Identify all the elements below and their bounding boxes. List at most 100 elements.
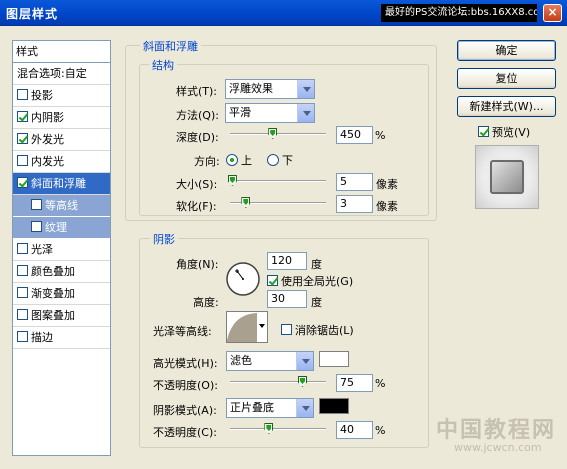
style-item-label: 外发光: [31, 133, 64, 146]
angle-input[interactable]: 120: [267, 252, 307, 270]
style-item[interactable]: 外发光: [13, 129, 110, 151]
shadow-color-swatch[interactable]: [319, 398, 349, 414]
angle-label: 角度(N):: [176, 258, 219, 271]
global-light-checkbox[interactable]: 使用全局光(G): [267, 273, 353, 289]
checkbox-icon[interactable]: [31, 221, 42, 232]
style-select[interactable]: 浮雕效果: [225, 79, 315, 99]
depth-label: 深度(D):: [176, 131, 219, 144]
anti-alias-label: 消除锯齿(L): [295, 324, 354, 337]
style-item[interactable]: 描边: [13, 327, 110, 349]
style-item[interactable]: 颜色叠加: [13, 261, 110, 283]
new-style-button[interactable]: 新建样式(W)...: [457, 96, 556, 117]
style-item[interactable]: 内发光: [13, 151, 110, 173]
slider-thumb[interactable]: [241, 197, 251, 208]
checkbox-icon[interactable]: [31, 199, 42, 210]
gloss-contour-label: 光泽等高线:: [153, 325, 212, 338]
slider-thumb[interactable]: [227, 175, 237, 186]
size-label: 大小(S):: [176, 178, 218, 191]
style-item[interactable]: 内阴影: [13, 107, 110, 129]
style-item[interactable]: 渐变叠加: [13, 283, 110, 305]
direction-up-radio[interactable]: 上: [226, 152, 252, 168]
contour-curve-icon: [227, 313, 257, 342]
size-unit: 像素: [376, 178, 398, 191]
shadow-opacity-input[interactable]: 40: [336, 421, 373, 439]
chevron-down-icon: [296, 352, 313, 370]
shadow-opacity-slider[interactable]: [230, 423, 326, 435]
highlight-opacity-slider[interactable]: [230, 376, 326, 388]
chevron-down-icon: [297, 104, 314, 122]
style-item[interactable]: 斜面和浮雕: [13, 173, 110, 195]
direction-up-label: 上: [241, 154, 252, 167]
altitude-unit: 度: [311, 296, 322, 309]
size-slider[interactable]: [227, 175, 326, 187]
blend-options-item[interactable]: 混合选项:自定: [13, 63, 110, 85]
preview-checkbox[interactable]: 预览(V): [478, 124, 530, 140]
size-input[interactable]: 5: [336, 173, 373, 191]
radio-icon: [267, 154, 279, 166]
gloss-contour-picker[interactable]: [226, 311, 268, 343]
style-item[interactable]: 等高线: [13, 195, 110, 217]
global-light-label: 使用全局光(G): [281, 275, 354, 288]
highlight-color-swatch[interactable]: [319, 351, 349, 367]
soften-input[interactable]: 3: [336, 195, 373, 213]
checkbox-icon[interactable]: [17, 331, 28, 342]
style-item-label: 纹理: [45, 221, 67, 234]
highlight-opacity-input[interactable]: 75: [336, 374, 373, 392]
checkbox-checked-icon[interactable]: [17, 111, 28, 122]
style-preview-thumbnail: [475, 145, 539, 209]
checkbox-checked-icon[interactable]: [17, 133, 28, 144]
soften-slider[interactable]: [230, 197, 326, 209]
depth-input[interactable]: 450: [336, 126, 373, 144]
checkbox-icon[interactable]: [17, 89, 28, 100]
checkbox-checked-icon: [267, 275, 278, 286]
bevel-emboss-title: 斜面和浮雕: [140, 38, 201, 54]
anti-alias-checkbox[interactable]: 消除锯齿(L): [281, 322, 354, 338]
checkbox-icon[interactable]: [17, 309, 28, 320]
chevron-down-icon: [259, 324, 265, 328]
style-item-label: 斜面和浮雕: [31, 177, 86, 190]
shadow-mode-select[interactable]: 正片叠底: [226, 398, 314, 418]
preview-label: 预览(V): [492, 126, 531, 139]
watermark-text: 中国教程网: [436, 418, 557, 443]
shading-title: 阴影: [150, 231, 178, 247]
ok-button[interactable]: 确定: [457, 40, 556, 61]
direction-down-label: 下: [282, 154, 293, 167]
style-item[interactable]: 投影: [13, 85, 110, 107]
technique-select-value: 平滑: [229, 106, 251, 119]
style-item-label: 渐变叠加: [31, 287, 75, 300]
highlight-mode-value: 滤色: [230, 354, 252, 367]
technique-select[interactable]: 平滑: [225, 103, 315, 123]
style-item-label: 内阴影: [31, 111, 64, 124]
style-item[interactable]: 图案叠加: [13, 305, 110, 327]
close-button[interactable]: ×: [543, 4, 562, 22]
style-list: 样式 混合选项:自定 投影 内阴影 外发光 内发光 斜面和浮雕 等高线 纹理 光泽 颜色叠加 渐变…: [12, 40, 111, 456]
slider-thumb[interactable]: [264, 423, 274, 434]
shadow-opacity-unit: %: [375, 424, 386, 437]
slider-thumb[interactable]: [298, 376, 307, 387]
style-item[interactable]: 光泽: [13, 239, 110, 261]
style-item-label: 光泽: [31, 243, 53, 256]
soften-label: 软化(F):: [176, 200, 217, 213]
checkbox-icon[interactable]: [17, 155, 28, 166]
checkbox-checked-icon[interactable]: [17, 177, 28, 188]
direction-label: 方向:: [194, 155, 220, 168]
style-item-label: 内发光: [31, 155, 64, 168]
direction-down-radio[interactable]: 下: [267, 152, 293, 168]
depth-slider[interactable]: [230, 128, 326, 140]
style-item[interactable]: 纹理: [13, 217, 110, 239]
radio-checked-icon: [226, 154, 238, 166]
highlight-mode-select[interactable]: 滤色: [226, 351, 314, 371]
style-item-label: 投影: [31, 89, 53, 102]
style-item-label: 图案叠加: [31, 309, 75, 322]
angle-dial[interactable]: [225, 261, 261, 297]
reset-button[interactable]: 复位: [457, 68, 556, 89]
checkbox-checked-icon: [478, 126, 489, 137]
checkbox-icon[interactable]: [17, 265, 28, 276]
slider-thumb[interactable]: [268, 128, 278, 139]
window-title: 图层样式: [6, 7, 59, 21]
altitude-input[interactable]: 30: [267, 290, 307, 308]
checkbox-icon[interactable]: [17, 287, 28, 298]
checkbox-icon[interactable]: [17, 243, 28, 254]
shadow-mode-label: 阴影模式(A):: [153, 404, 217, 417]
chevron-down-icon: [296, 399, 313, 417]
